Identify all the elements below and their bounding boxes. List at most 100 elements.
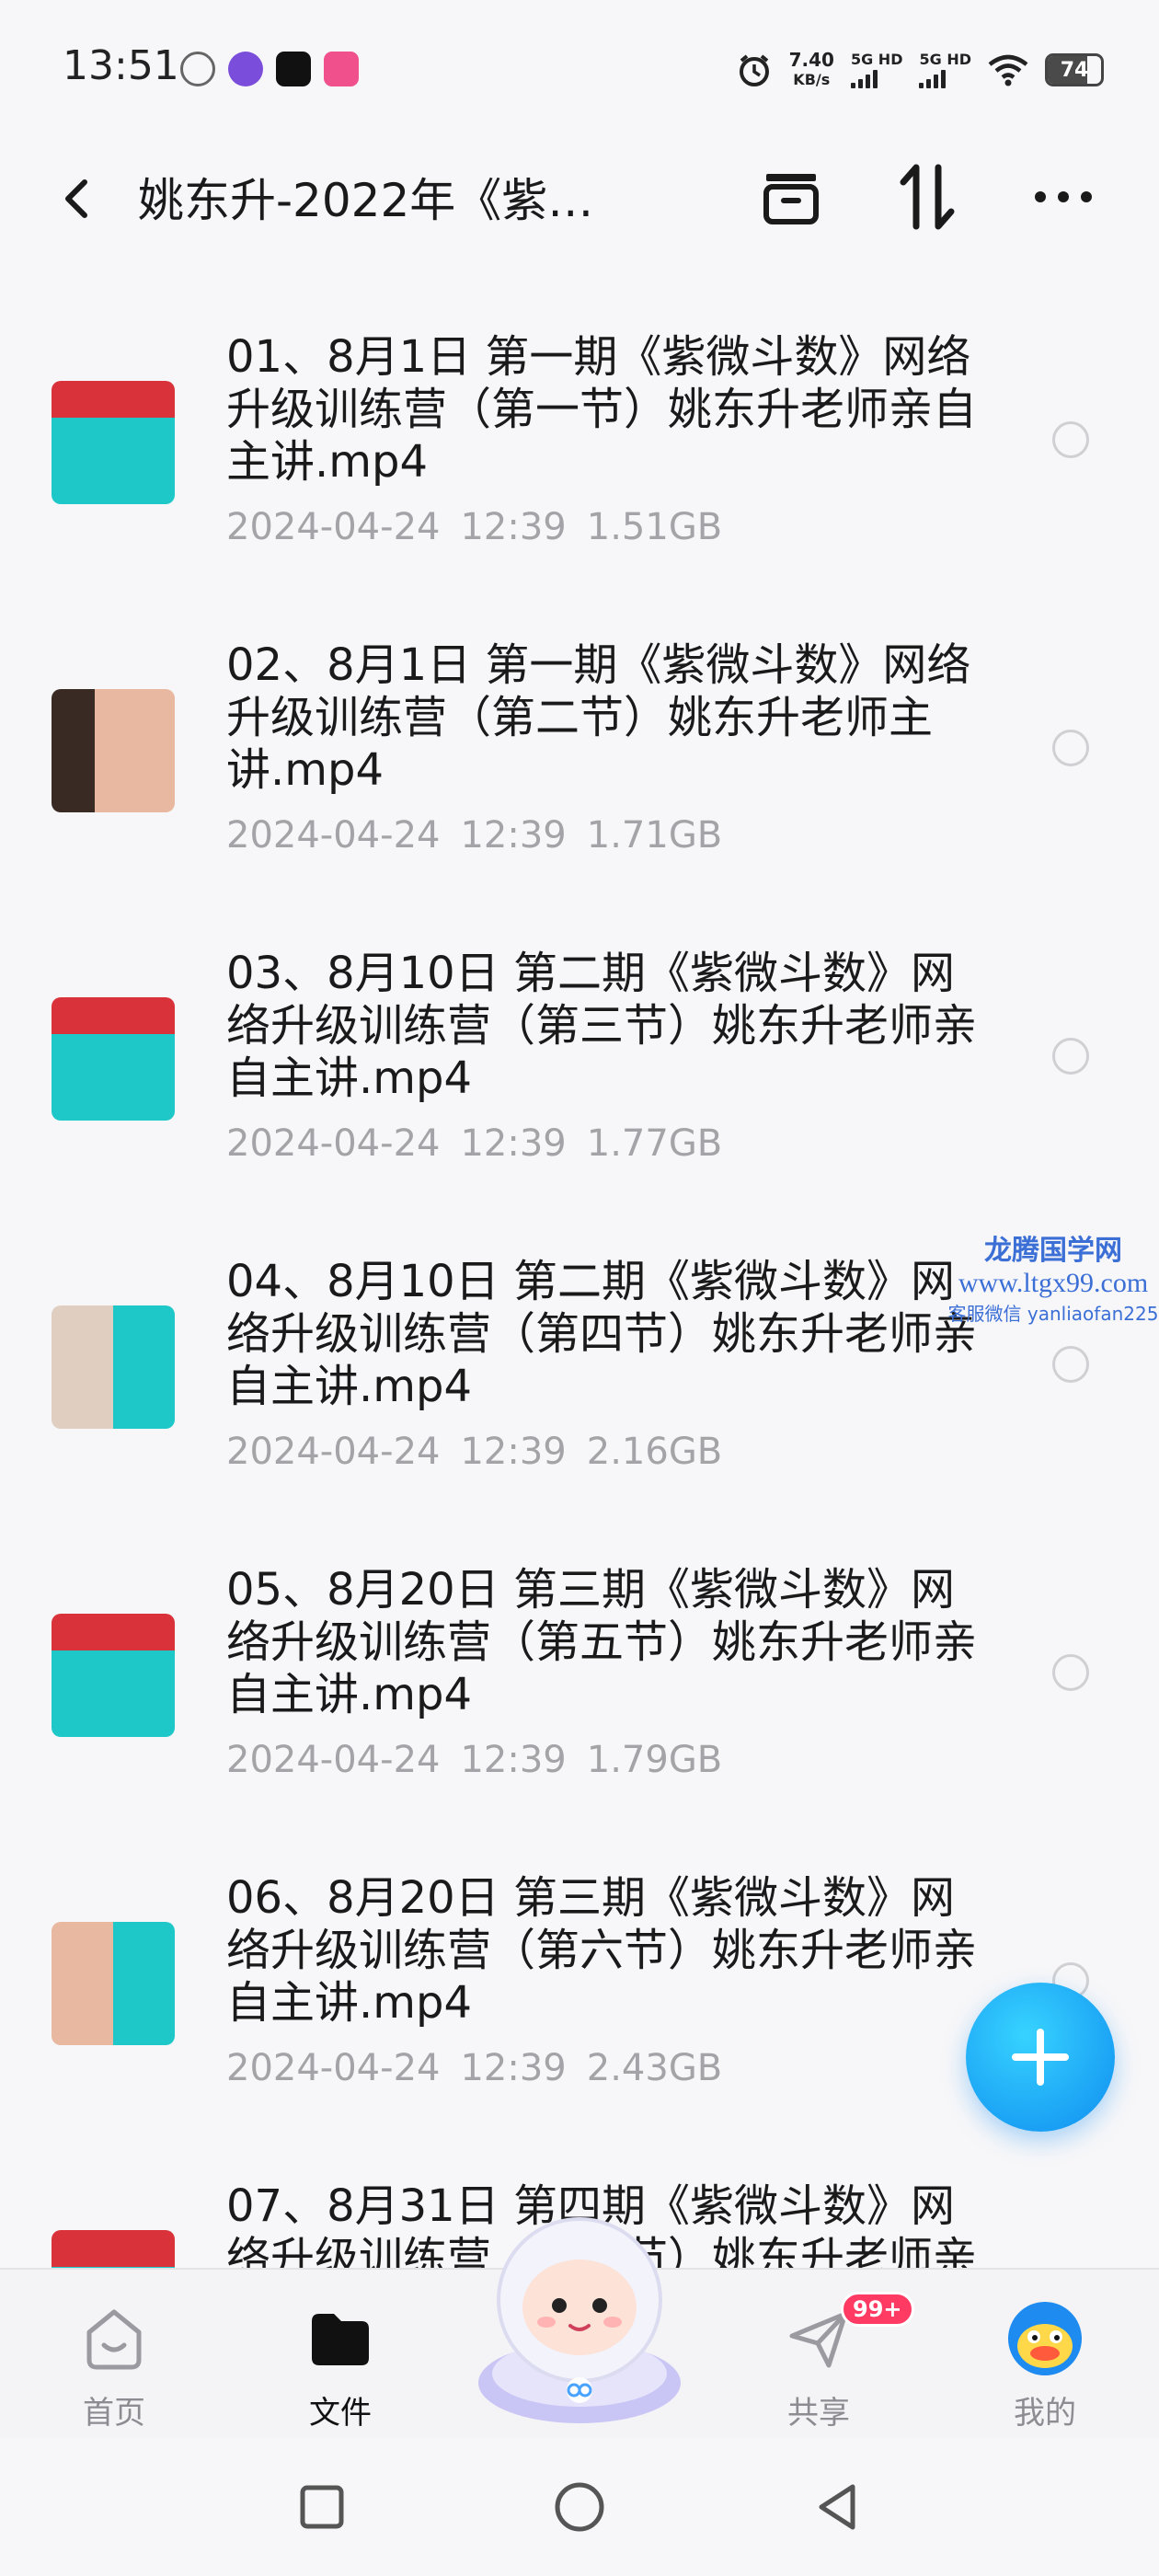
archive-icon xyxy=(763,174,819,224)
video-thumbnail xyxy=(52,2230,175,2272)
header: 姚东升-2022年《紫… xyxy=(0,138,1159,258)
signal-bars-icon xyxy=(919,68,971,88)
select-checkbox[interactable] xyxy=(1052,1038,1089,1075)
file-time: 12:39 xyxy=(460,1431,567,1473)
nav-files[interactable]: 文件 xyxy=(267,2297,414,2432)
file-name: 05、8月20日 第三期《紫微斗数》网络升级训练营（第五节）姚东升老师亲自主讲.… xyxy=(226,1564,978,1720)
battery-icon: 74 xyxy=(1045,53,1104,86)
file-time: 12:39 xyxy=(460,2047,567,2089)
list-item[interactable]: 02、8月1日 第一期《紫微斗数》网络升级训练营（第二节）姚东升老师主讲.mp4… xyxy=(0,612,1159,920)
signal-1: 5G HD xyxy=(850,51,903,88)
file-date: 2024-04-24 xyxy=(226,814,441,857)
select-checkbox[interactable] xyxy=(1052,1654,1089,1691)
nav-home[interactable]: 首页 xyxy=(40,2297,188,2432)
triangle-back-icon xyxy=(819,2484,855,2530)
status-indicators: 7.40 KB/s 5G HD 5G HD 74 xyxy=(736,44,1104,96)
video-thumbnail xyxy=(52,689,175,812)
file-size: 1.77GB xyxy=(586,1122,723,1165)
list-item[interactable]: 05、8月20日 第三期《紫微斗数》网络升级训练营（第五节）姚东升老师亲自主讲.… xyxy=(0,1536,1159,1845)
status-time: 13:51 xyxy=(63,42,179,89)
file-time: 12:39 xyxy=(460,1122,567,1165)
recent-apps-button[interactable] xyxy=(294,2479,350,2535)
file-meta: 2024-04-24 12:39 2.43GB xyxy=(226,2047,722,2089)
avatar xyxy=(1008,2302,1082,2375)
file-meta: 2024-04-24 12:39 2.16GB xyxy=(226,1431,722,1473)
nav-mine[interactable]: 我的 xyxy=(971,2297,1119,2432)
chevron-left-icon xyxy=(65,179,87,218)
video-thumbnail xyxy=(52,1305,175,1429)
file-date: 2024-04-24 xyxy=(226,1431,441,1473)
video-thumbnail xyxy=(52,1614,175,1737)
watermark: 龙腾国学网 www.ltgx99.com 客服微信 yanliaofan225 xyxy=(947,1227,1159,1326)
link-app-icon xyxy=(228,52,263,86)
video-thumbnail xyxy=(52,1922,175,2045)
battery-level: 74 xyxy=(1060,59,1089,82)
page-title: 姚东升-2022年《紫… xyxy=(138,174,594,227)
nav-mine-label: 我的 xyxy=(1014,2395,1076,2432)
status-bar: 13:51 7.40 KB/s 5G HD 5G HD 74 xyxy=(0,0,1159,138)
file-date: 2024-04-24 xyxy=(226,506,441,548)
video-thumbnail xyxy=(52,381,175,504)
wifi-icon xyxy=(988,54,1028,86)
more-button[interactable] xyxy=(1027,160,1100,234)
signal-2: 5G HD xyxy=(919,52,971,88)
sort-button[interactable] xyxy=(890,160,964,234)
square-icon xyxy=(300,2485,344,2529)
file-name: 04、8月10日 第二期《紫微斗数》网络升级训练营（第四节）姚东升老师亲自主讲.… xyxy=(226,1256,978,1412)
file-meta: 2024-04-24 12:39 1.77GB xyxy=(226,1122,722,1165)
video-app-icon xyxy=(324,52,359,86)
system-nav-bar xyxy=(0,2438,1159,2576)
select-checkbox[interactable] xyxy=(1052,421,1089,458)
network-speed: 7.40 KB/s xyxy=(789,50,834,90)
file-time: 12:39 xyxy=(460,506,567,548)
file-meta: 2024-04-24 12:39 1.51GB xyxy=(226,506,722,548)
file-name: 02、8月1日 第一期《紫微斗数》网络升级训练营（第二节）姚东升老师主讲.mp4 xyxy=(226,639,971,796)
share-badge: 99+ xyxy=(841,2292,914,2327)
file-name: 06、8月20日 第三期《紫微斗数》网络升级训练营（第六节）姚东升老师亲自主讲.… xyxy=(226,1872,978,2029)
file-date: 2024-04-24 xyxy=(226,1122,441,1165)
file-size: 1.51GB xyxy=(586,506,723,548)
sort-icon xyxy=(900,164,955,230)
nav-share-label: 共享 xyxy=(787,2395,850,2432)
assistant-mascot[interactable] xyxy=(460,2199,699,2429)
select-checkbox[interactable] xyxy=(1052,730,1089,766)
list-item[interactable]: 01、8月1日 第一期《紫微斗数》网络升级训练营（第一节）姚东升老师亲自主讲.m… xyxy=(0,304,1159,612)
signal-bars-icon xyxy=(850,68,903,88)
plus-icon xyxy=(1012,2029,1069,2086)
nav-home-label: 首页 xyxy=(83,2395,145,2432)
speed-unit: KB/s xyxy=(793,71,831,88)
file-date: 2024-04-24 xyxy=(226,1739,441,1781)
tiktok-app-icon xyxy=(276,52,311,86)
system-back-button[interactable] xyxy=(809,2479,865,2535)
watermark-title: 龙腾国学网 xyxy=(984,1235,1122,1267)
watermark-contact: 客服微信 yanliaofan225 xyxy=(947,1303,1159,1325)
k-app-icon xyxy=(180,52,215,86)
add-button[interactable] xyxy=(966,1983,1115,2132)
astronaut-mascot-icon xyxy=(478,2217,681,2423)
folder-icon xyxy=(312,2314,369,2365)
select-checkbox[interactable] xyxy=(1052,1346,1089,1383)
network-label-1: 5G HD xyxy=(850,51,903,68)
home-icon xyxy=(86,2309,142,2370)
home-system-button[interactable] xyxy=(552,2479,607,2535)
file-time: 12:39 xyxy=(460,814,567,857)
alarm-icon xyxy=(739,54,769,86)
speed-value: 7.40 xyxy=(788,49,834,71)
list-item[interactable]: 03、8月10日 第二期《紫微斗数》网络升级训练营（第三节）姚东升老师亲自主讲.… xyxy=(0,920,1159,1228)
file-name: 01、8月1日 第一期《紫微斗数》网络升级训练营（第一节）姚东升老师亲自主讲.m… xyxy=(226,331,978,488)
file-meta: 2024-04-24 12:39 1.79GB xyxy=(226,1739,722,1781)
file-time: 12:39 xyxy=(460,1739,567,1781)
watermark-url: www.ltgx99.com xyxy=(958,1268,1149,1298)
nav-files-label: 文件 xyxy=(309,2395,372,2432)
more-icon xyxy=(1035,191,1092,202)
video-thumbnail xyxy=(52,997,175,1121)
nav-share[interactable]: 99+ 共享 xyxy=(745,2292,914,2432)
archive-button[interactable] xyxy=(754,160,828,234)
file-meta: 2024-04-24 12:39 1.71GB xyxy=(226,814,722,857)
network-label-2: 5G HD xyxy=(919,51,971,68)
back-button[interactable] xyxy=(52,166,103,230)
file-size: 2.16GB xyxy=(586,1431,723,1473)
file-name: 03、8月10日 第二期《紫微斗数》网络升级训练营（第三节）姚东升老师亲自主讲.… xyxy=(226,948,978,1104)
file-date: 2024-04-24 xyxy=(226,2047,441,2089)
file-size: 1.71GB xyxy=(586,814,723,857)
